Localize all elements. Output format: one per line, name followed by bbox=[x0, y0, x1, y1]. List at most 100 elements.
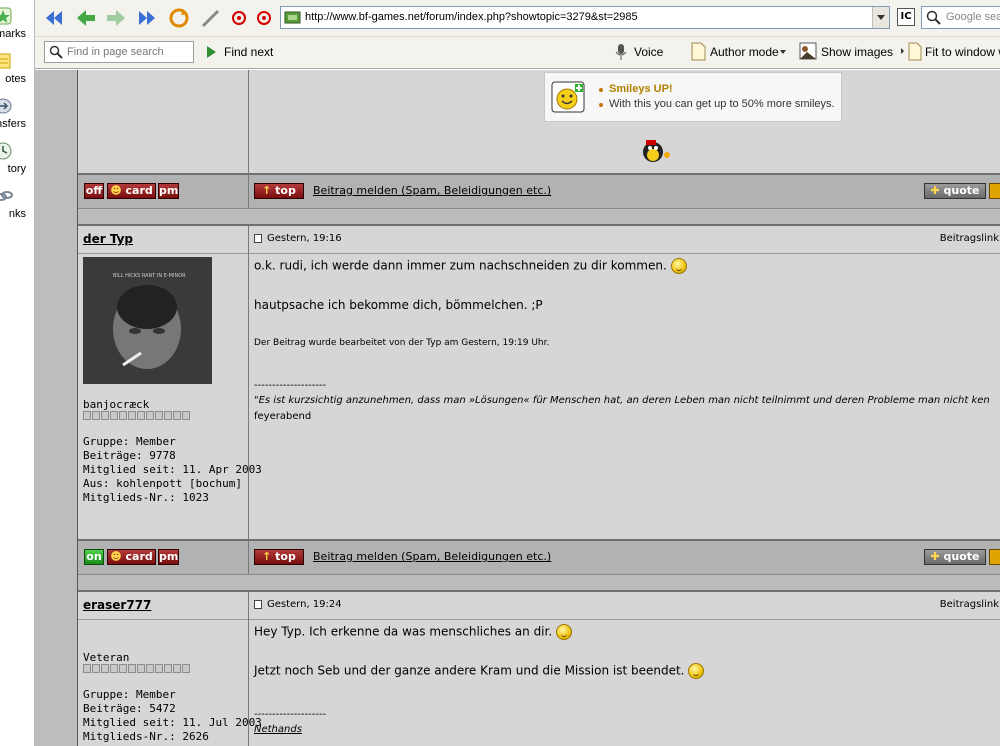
address-dropdown-button[interactable] bbox=[872, 7, 889, 28]
user-member-since: Mitglied seit: 11. Jul 2003 bbox=[83, 716, 262, 729]
arrow-up-icon: ↑ bbox=[262, 184, 272, 197]
forum-page: Smileys UP! With this you can get up to … bbox=[35, 70, 1000, 746]
post-date: Gestern, 19:24 bbox=[267, 599, 342, 610]
microphone-icon bbox=[615, 44, 627, 60]
star-icon bbox=[0, 7, 12, 25]
sidebar-item-notes[interactable]: otes bbox=[0, 51, 34, 91]
user-group: Gruppe: Member bbox=[83, 435, 176, 448]
chevron-right-icon bbox=[901, 48, 904, 54]
voice-button[interactable]: Voice bbox=[634, 45, 663, 59]
more-button[interactable] bbox=[989, 183, 1000, 199]
report-post-link[interactable]: Beitrag melden (Spam, Beleidigungen etc.… bbox=[313, 550, 551, 563]
top-label: top bbox=[275, 184, 296, 197]
column-divider bbox=[248, 592, 249, 620]
page-info-icon[interactable]: IC bbox=[897, 8, 915, 26]
post-action-bar: off ☻ card pm ↑ top Beitrag melden (Spam… bbox=[78, 173, 1000, 209]
search-icon bbox=[49, 45, 63, 59]
post-action-bar: on ☻ card pm ↑ top Beitrag melden (Spam,… bbox=[78, 539, 1000, 575]
card-label: card bbox=[125, 184, 153, 197]
post-line: Jetzt noch Seb und der ganze andere Kram… bbox=[254, 663, 705, 679]
document-icon bbox=[691, 42, 706, 61]
offline-button[interactable]: off bbox=[84, 183, 104, 199]
post-icon bbox=[254, 234, 262, 243]
post-content: Hey Typ. Ich erkenne da was menschliches… bbox=[249, 620, 1000, 746]
user-post-count: Beiträge: 9778 bbox=[83, 449, 176, 462]
column-divider bbox=[248, 226, 249, 254]
smileys-ad[interactable]: Smileys UP! With this you can get up to … bbox=[544, 72, 842, 122]
signature-author: Nethands bbox=[254, 724, 302, 735]
arrow-up-icon: ↑ bbox=[262, 550, 272, 563]
pm-button[interactable]: pm bbox=[158, 183, 179, 199]
web-search-input[interactable]: Google sea bbox=[921, 6, 1000, 29]
ad-text: With this you can get up to 50% more smi… bbox=[609, 98, 835, 110]
side-panel: okmarks otes nsfers tory nks bbox=[0, 0, 35, 746]
online-button[interactable]: on bbox=[84, 549, 104, 565]
plus-icon: ✚ bbox=[930, 550, 940, 563]
post-spacer bbox=[78, 209, 1000, 226]
top-button[interactable]: ↑ top bbox=[254, 183, 304, 199]
forward-icon[interactable] bbox=[105, 7, 127, 29]
signature-quote: "Es ist kurzsichtig anzunehmen, dass man… bbox=[254, 395, 990, 406]
post-link[interactable]: Beitragslink bbox=[940, 233, 999, 244]
find-input[interactable] bbox=[67, 44, 191, 60]
find-in-page-field[interactable] bbox=[44, 41, 194, 63]
post-icon bbox=[254, 600, 262, 609]
notes-icon bbox=[0, 53, 11, 69]
bullet bbox=[599, 103, 603, 107]
fast-forward-icon[interactable] bbox=[136, 7, 158, 29]
sidebar-item-links[interactable]: nks bbox=[0, 186, 34, 226]
stop-icon[interactable] bbox=[228, 7, 250, 29]
history-icon bbox=[0, 142, 12, 160]
grin-icon bbox=[688, 663, 705, 679]
show-images-button[interactable]: Show images bbox=[821, 45, 893, 59]
post-line: o.k. rudi, ich werde dann immer zum nach… bbox=[254, 258, 687, 274]
author-mode-button[interactable]: Author mode bbox=[710, 45, 779, 59]
rewind-icon[interactable] bbox=[43, 7, 65, 29]
column-divider bbox=[248, 175, 249, 208]
fit-to-window-button[interactable]: Fit to window w bbox=[925, 45, 1000, 59]
user-group: Gruppe: Member bbox=[83, 688, 176, 701]
chevron-down-icon[interactable] bbox=[780, 50, 786, 54]
fit-page-icon bbox=[908, 42, 922, 61]
page-icon bbox=[284, 11, 301, 24]
post-line: Hey Typ. Ich erkenne da was menschliches… bbox=[254, 624, 572, 640]
card-button[interactable]: ☻ card bbox=[107, 183, 156, 199]
top-label: top bbox=[275, 550, 296, 563]
more-button[interactable] bbox=[989, 549, 1000, 565]
address-bar[interactable]: http://www.bf-games.net/forum/index.php?… bbox=[280, 6, 890, 29]
username-link[interactable]: der Typ bbox=[83, 232, 133, 246]
find-next-button[interactable]: Find next bbox=[224, 45, 273, 59]
wand-icon[interactable] bbox=[200, 7, 222, 29]
card-label: card bbox=[125, 550, 153, 563]
signature-separator: -------------------- bbox=[254, 709, 327, 720]
edited-note: Der Beitrag wurde bearbeitet von der Typ… bbox=[254, 338, 550, 348]
user-rank: banjocræck bbox=[83, 398, 150, 411]
column-divider bbox=[248, 541, 249, 574]
ad-title: Smileys UP! bbox=[609, 83, 673, 95]
find-toolbar: Find next Voice Author mode Show images … bbox=[35, 37, 1000, 69]
quote-button[interactable]: ✚ quote bbox=[924, 549, 986, 565]
top-button[interactable]: ↑ top bbox=[254, 549, 304, 565]
sidebar-item-history[interactable]: tory bbox=[0, 141, 34, 181]
reload-icon[interactable] bbox=[168, 7, 190, 29]
navigation-toolbar: http://www.bf-games.net/forum/index.php?… bbox=[35, 0, 1000, 37]
username-link[interactable]: eraser777 bbox=[83, 598, 151, 612]
pm-button[interactable]: pm bbox=[158, 549, 179, 565]
card-button[interactable]: ☻ card bbox=[107, 549, 156, 565]
sidebar-item-bookmarks[interactable]: okmarks bbox=[0, 6, 34, 46]
sidebar-item-transfers[interactable]: nsfers bbox=[0, 96, 34, 136]
search-icon bbox=[926, 10, 941, 25]
url-text: http://www.bf-games.net/forum/index.php?… bbox=[305, 11, 638, 23]
user-location: Aus: kohlenpott [bochum] bbox=[83, 477, 242, 490]
back-icon[interactable] bbox=[75, 7, 97, 29]
transfers-icon bbox=[0, 98, 12, 114]
user-member-number: Mitglieds-Nr.: 1023 bbox=[83, 491, 209, 504]
record-icon[interactable] bbox=[253, 7, 275, 29]
post-link[interactable]: Beitragslink bbox=[940, 599, 999, 610]
search-placeholder: Google sea bbox=[946, 11, 1000, 23]
plus-icon: ✚ bbox=[930, 184, 940, 197]
report-post-link[interactable]: Beitrag melden (Spam, Beleidigungen etc.… bbox=[313, 184, 551, 197]
quote-button[interactable]: ✚ quote bbox=[924, 183, 986, 199]
find-next-icon bbox=[207, 46, 216, 58]
rank-pips bbox=[83, 664, 190, 673]
